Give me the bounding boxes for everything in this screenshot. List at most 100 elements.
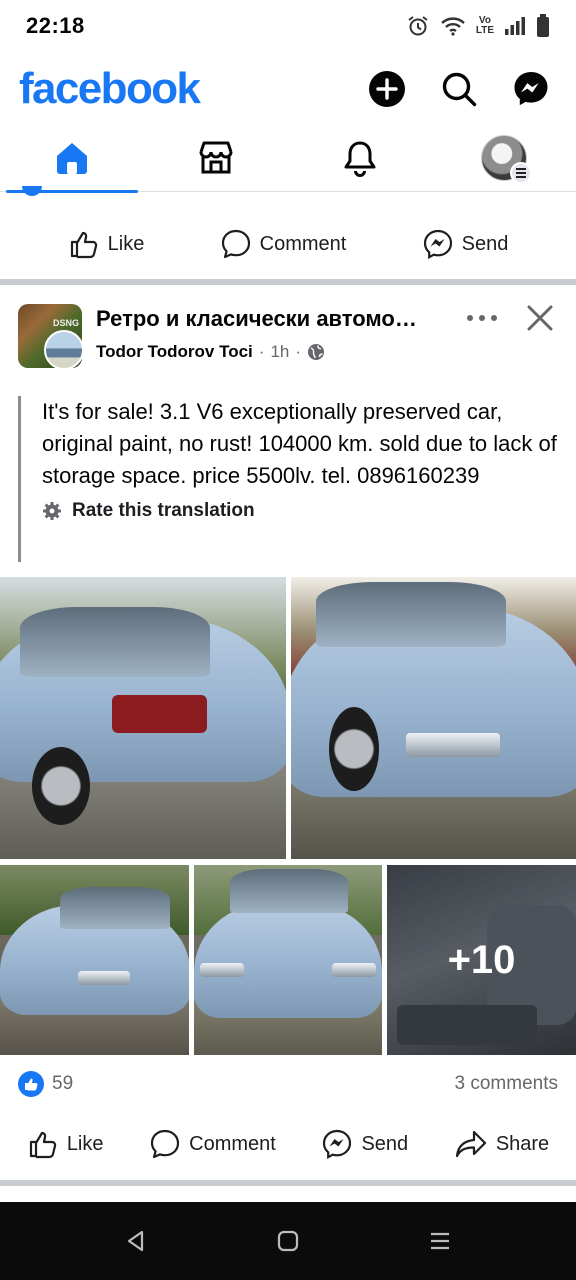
meta-dot: · — [258, 342, 265, 361]
messenger-send-icon — [423, 229, 452, 260]
car-body — [194, 903, 382, 1018]
send-button[interactable]: Send — [422, 228, 509, 260]
car-headlight — [78, 971, 130, 985]
like-reaction-icon — [18, 1071, 44, 1097]
group-logo-text: DSNG — [52, 318, 79, 328]
post-separator — [0, 279, 576, 285]
author-avatar[interactable] — [44, 330, 84, 370]
like-button[interactable]: Like — [27, 1128, 104, 1160]
send-button[interactable]: Send — [321, 1128, 408, 1160]
post-body: It's for sale! 3.1 V6 exceptionally pres… — [42, 399, 557, 488]
post-time[interactable]: 1h — [270, 342, 289, 362]
comment-label: Comment — [189, 1132, 276, 1155]
share-button[interactable]: Share — [454, 1128, 549, 1160]
post-photo-2[interactable] — [291, 577, 576, 859]
messenger-icon — [514, 72, 548, 106]
like-label: Like — [66, 1132, 104, 1155]
car-headlight-left — [200, 963, 244, 977]
more-dots-icon — [467, 315, 497, 321]
post-options-button[interactable] — [460, 300, 504, 336]
status-icons: Vo LTE — [406, 14, 550, 38]
car-window — [20, 607, 210, 677]
previous-post-actions: Like Comment Send — [0, 206, 576, 282]
car-window — [230, 869, 348, 913]
globe-icon — [308, 344, 325, 360]
car-taillight — [112, 695, 207, 733]
car-wheel — [32, 747, 90, 825]
comment-icon — [221, 229, 250, 259]
share-icon — [455, 1130, 486, 1158]
like-label: Like — [107, 232, 145, 255]
wifi-icon — [440, 15, 466, 37]
car-window — [60, 887, 170, 929]
volte-bottom: LTE — [475, 25, 494, 36]
menu-icon — [510, 162, 532, 184]
search-icon — [442, 72, 477, 107]
comment-label: Comment — [259, 232, 347, 255]
post-header: DSNG Ретро и класически автомобили Todor… — [18, 300, 558, 374]
main-tabs — [0, 124, 576, 193]
signal-icon — [504, 16, 526, 36]
header-actions — [360, 62, 558, 116]
send-label: Send — [461, 232, 509, 255]
post-photo-3[interactable] — [0, 865, 189, 1055]
author-name[interactable]: Todor Todorov Toci — [96, 342, 253, 362]
volte-icon: Vo LTE — [476, 16, 494, 36]
home-icon — [57, 143, 87, 174]
hide-post-button[interactable] — [522, 300, 558, 336]
post-text-block: It's for sale! 3.1 V6 exceptionally pres… — [18, 396, 558, 562]
app-header: facebook — [0, 56, 576, 122]
avatar — [481, 135, 532, 184]
rate-translation-button[interactable]: Rate this translation — [42, 500, 558, 522]
like-icon — [29, 1131, 57, 1159]
nav-back-button[interactable] — [106, 1211, 166, 1271]
tab-profile-menu[interactable] — [432, 124, 576, 192]
meta-dot: · — [295, 342, 302, 361]
post-photo-5[interactable]: +10 — [387, 865, 576, 1055]
comments-count[interactable]: 3 comments — [455, 1073, 558, 1095]
reactions-bar: 59 3 comments — [18, 1066, 558, 1102]
car-window — [316, 582, 506, 647]
facebook-logo[interactable]: facebook — [19, 64, 201, 114]
reaction-count-value: 59 — [52, 1073, 74, 1094]
car-headlight — [406, 733, 500, 757]
comment-button[interactable]: Comment — [220, 228, 347, 260]
post-separator — [0, 1180, 576, 1186]
rate-translation-label: Rate this translation — [72, 500, 255, 521]
create-button[interactable] — [360, 62, 414, 116]
marketplace-icon — [199, 141, 233, 174]
gear-icon — [43, 502, 61, 520]
nav-home-button[interactable] — [258, 1211, 318, 1271]
post-actions: Like Comment Send Share — [0, 1106, 576, 1182]
tab-marketplace[interactable] — [144, 124, 288, 192]
share-label: Share — [495, 1132, 550, 1155]
group-name[interactable]: Ретро и класически автомобили — [96, 306, 426, 332]
messenger-button[interactable] — [504, 62, 558, 116]
bell-icon — [344, 141, 376, 177]
comment-icon — [151, 1129, 180, 1159]
previous-post-reaction-icon — [22, 186, 42, 196]
create-plus-icon — [369, 71, 405, 107]
status-time: 22:18 — [26, 13, 85, 38]
more-photos-overlay[interactable]: +10 — [387, 865, 576, 1055]
car-headlight-right — [332, 963, 376, 977]
nav-recents-button[interactable] — [410, 1211, 470, 1271]
alarm-icon — [406, 14, 430, 38]
post-photo-1[interactable] — [0, 577, 286, 859]
send-label: Send — [361, 1132, 409, 1155]
more-photos-count: +10 — [447, 937, 516, 982]
like-icon — [70, 231, 97, 259]
search-button[interactable] — [432, 62, 486, 116]
like-button[interactable]: Like — [68, 228, 145, 260]
post-meta: Todor Todorov Toci · 1h · — [96, 342, 325, 362]
comment-button[interactable]: Comment — [149, 1128, 276, 1160]
home-square-icon — [277, 1230, 299, 1252]
tab-notifications[interactable] — [288, 124, 432, 192]
reaction-count[interactable]: 59 — [18, 1071, 73, 1097]
recents-menu-icon — [431, 1232, 449, 1250]
car-wheel — [329, 707, 379, 791]
back-icon — [127, 1230, 144, 1252]
close-icon — [527, 305, 553, 331]
tab-home[interactable] — [0, 124, 144, 193]
post-photo-4[interactable] — [194, 865, 382, 1055]
